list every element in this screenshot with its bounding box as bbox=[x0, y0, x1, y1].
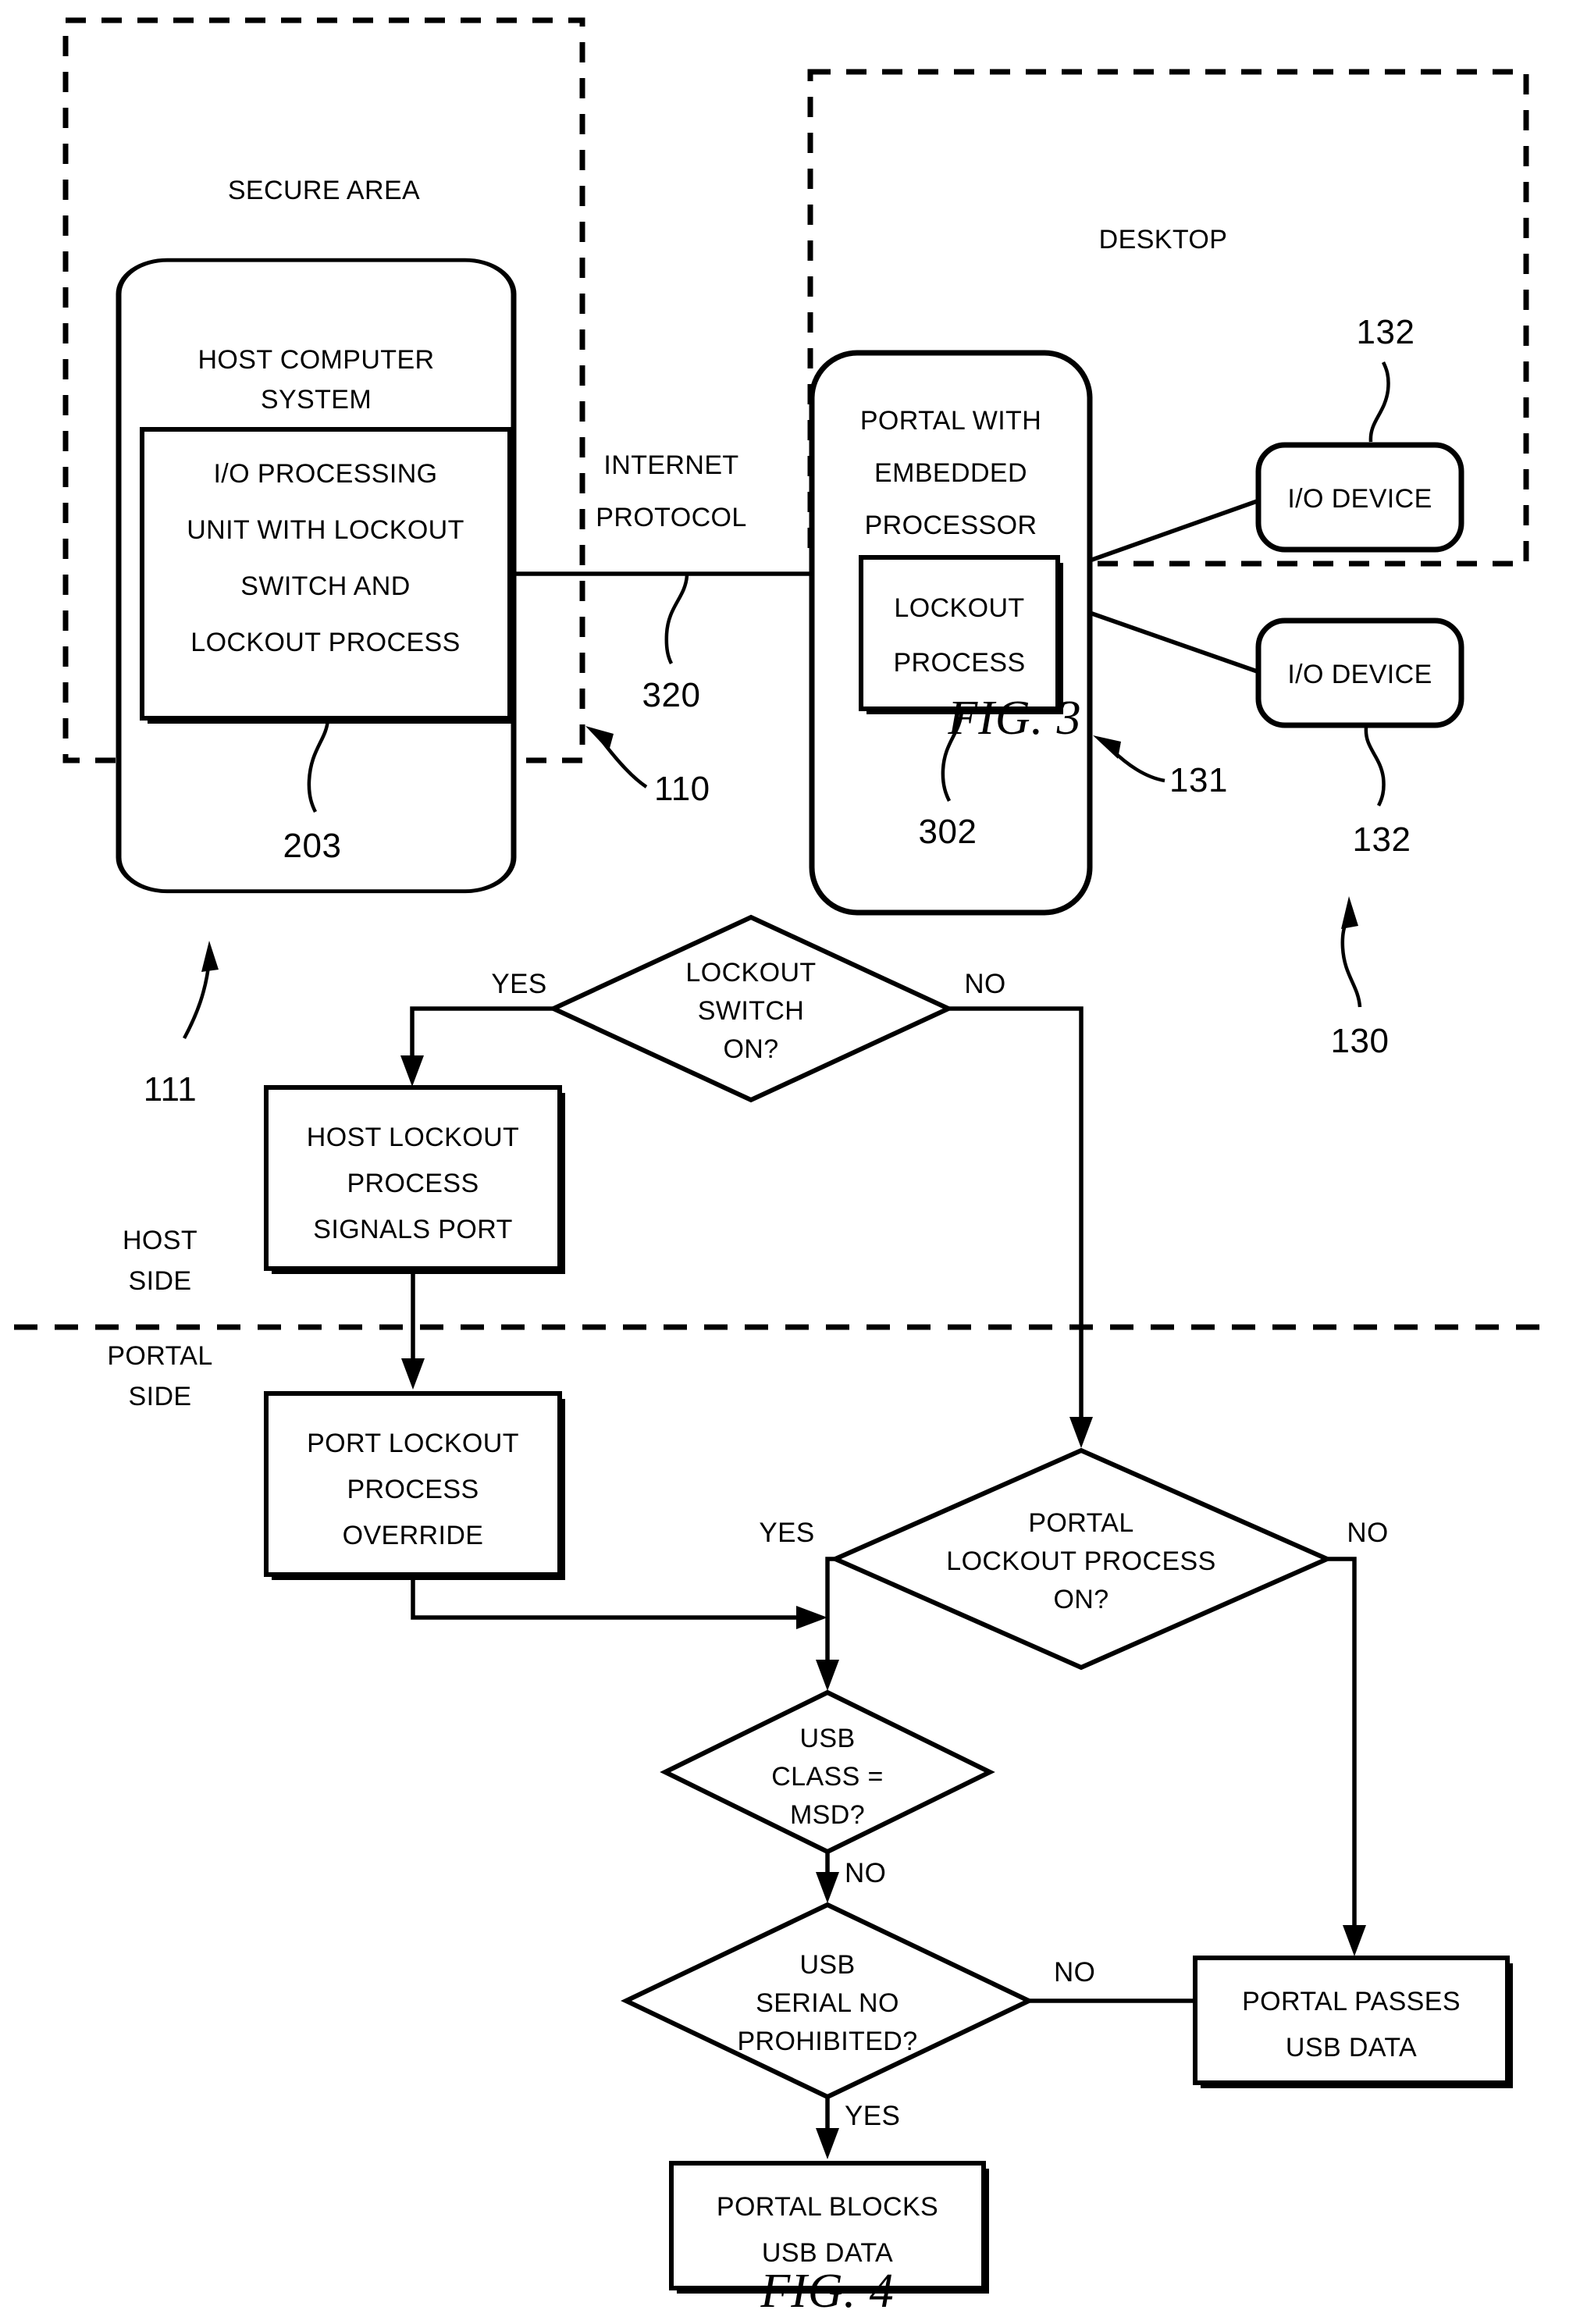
portal-line1: PORTAL WITH bbox=[860, 406, 1041, 436]
io-processing-unit-line4: LOCKOUT PROCESS bbox=[190, 628, 460, 657]
usb-serial-line1: USB bbox=[799, 1950, 855, 1980]
host-computer-system-line2: SYSTEM bbox=[261, 385, 372, 415]
usb-class-line3: MSD? bbox=[790, 1800, 865, 1830]
lockout-process-line2: PROCESS bbox=[893, 648, 1025, 678]
host-side-label-line1: HOST bbox=[123, 1226, 198, 1255]
edge-lockout-switch-yes-label: YES bbox=[491, 969, 546, 999]
io-processing-unit-line1: I/O PROCESSING bbox=[213, 459, 437, 489]
edge-host-to-port-lockout-arrow bbox=[401, 1358, 425, 1390]
edge-portal-lockout-yes-arrow bbox=[816, 1660, 839, 1691]
ref-111-arrowhead bbox=[201, 941, 219, 972]
portal-passes-line1: PORTAL PASSES bbox=[1242, 1987, 1461, 2016]
usb-serial-line2: SERIAL NO bbox=[756, 1988, 899, 2018]
port-lockout-process-line3: OVERRIDE bbox=[343, 1521, 484, 1550]
usb-serial-line3: PROHIBITED? bbox=[737, 2027, 917, 2056]
io-processing-unit-line2: UNIT WITH LOCKOUT bbox=[187, 515, 464, 545]
patent-drawing-sheet: SECURE AREA DESKTOP HOST COMPUTER SYSTEM… bbox=[0, 0, 1580, 2324]
edge-portal-lockout-yes-label: YES bbox=[759, 1518, 814, 1548]
edge-usb-class-no-arrow bbox=[816, 1872, 839, 1903]
portal-blocks-line2: USB DATA bbox=[762, 2238, 893, 2268]
io-processing-unit-line3: SWITCH AND bbox=[240, 571, 410, 601]
lockout-switch-line1: LOCKOUT bbox=[685, 958, 816, 988]
edge-lockout-switch-no-arrow bbox=[1069, 1417, 1093, 1448]
portal-lockout-line1: PORTAL bbox=[1028, 1508, 1133, 1538]
ref-131-arrowhead bbox=[1093, 735, 1121, 759]
figure-3-caption: FIG. 3 bbox=[947, 692, 1081, 745]
portal-lockout-line3: ON? bbox=[1053, 1585, 1108, 1614]
edge-portal-lockout-no-label: NO bbox=[1347, 1518, 1388, 1548]
edge-usb-class-no-label: NO bbox=[845, 1858, 886, 1888]
ref-131-label: 131 bbox=[1169, 761, 1228, 799]
secure-area-label: SECURE AREA bbox=[228, 176, 420, 205]
edge-port-lockout-to-merge-arrow bbox=[796, 1606, 827, 1629]
usb-class-line2: CLASS = bbox=[771, 1762, 884, 1792]
edge-usb-serial-yes-label: YES bbox=[845, 2101, 900, 2131]
ref-132-bottom-label: 132 bbox=[1353, 820, 1411, 859]
internet-protocol-line1: INTERNET bbox=[603, 450, 738, 480]
portal-blocks-line1: PORTAL BLOCKS bbox=[717, 2192, 938, 2222]
port-lockout-process-line2: PROCESS bbox=[347, 1475, 479, 1504]
lockout-switch-line2: SWITCH bbox=[698, 996, 805, 1026]
ref-131-leader bbox=[1110, 748, 1165, 783]
io-device-top-label: I/O DEVICE bbox=[1287, 484, 1432, 514]
edge-lockout-switch-yes-path bbox=[410, 1006, 553, 1068]
edge-lockout-switch-no-label: NO bbox=[964, 969, 1005, 999]
port-lockout-process-line1: PORT LOCKOUT bbox=[307, 1429, 519, 1458]
ref-203-label: 203 bbox=[283, 827, 342, 865]
internet-protocol-line2: PROTOCOL bbox=[596, 503, 746, 532]
host-lockout-process-line2: PROCESS bbox=[347, 1169, 479, 1198]
edge-portal-lockout-no-path bbox=[1327, 1557, 1357, 1936]
edge-portal-lockout-no-arrow bbox=[1343, 1925, 1366, 1956]
portal-lockout-line2: LOCKOUT PROCESS bbox=[946, 1546, 1215, 1576]
ref-110-label: 110 bbox=[654, 770, 710, 808]
edge-lockout-switch-yes-arrow bbox=[400, 1055, 424, 1087]
io-device-bottom-label: I/O DEVICE bbox=[1287, 660, 1432, 689]
portal-to-io-device-bottom-line bbox=[1089, 610, 1262, 675]
edge-usb-serial-no-label: NO bbox=[1054, 1957, 1095, 1988]
desktop-label: DESKTOP bbox=[1099, 225, 1228, 254]
host-side-label-line2: SIDE bbox=[129, 1266, 192, 1296]
edge-port-lockout-to-merge-path bbox=[411, 1575, 806, 1620]
portal-side-label-line2: SIDE bbox=[129, 1382, 192, 1411]
host-computer-system-line1: HOST COMPUTER bbox=[198, 345, 434, 375]
edge-portal-lockout-yes-path bbox=[825, 1557, 835, 1671]
edge-lockout-switch-no-path bbox=[948, 1006, 1084, 1427]
usb-class-line1: USB bbox=[799, 1724, 855, 1753]
lockout-switch-line3: ON? bbox=[723, 1034, 778, 1064]
portal-line3: PROCESSOR bbox=[865, 511, 1037, 540]
ref-132-top-leader bbox=[1368, 361, 1390, 443]
patent-figures-svg: SECURE AREA DESKTOP HOST COMPUTER SYSTEM… bbox=[14, 17, 1542, 2318]
portal-line2: EMBEDDED bbox=[874, 458, 1027, 488]
portal-passes-box bbox=[1193, 1956, 1510, 2085]
lockout-process-box bbox=[859, 555, 1060, 711]
ref-320-leader bbox=[664, 575, 689, 665]
edge-usb-serial-yes-arrow bbox=[816, 2128, 839, 2159]
ref-111-label: 111 bbox=[144, 1070, 197, 1109]
ref-132-bottom-leader bbox=[1364, 727, 1386, 807]
ref-130-label: 130 bbox=[1331, 1022, 1390, 1060]
ref-110-arrowhead bbox=[585, 726, 614, 751]
portal-to-io-device-top-line bbox=[1089, 497, 1262, 563]
figure-4-caption: FIG. 4 bbox=[760, 2265, 894, 2318]
portal-side-label-line1: PORTAL bbox=[107, 1341, 212, 1371]
portal-passes-line2: USB DATA bbox=[1286, 2033, 1417, 2062]
ref-302-label: 302 bbox=[919, 813, 977, 851]
host-lockout-process-line3: SIGNALS PORT bbox=[313, 1215, 512, 1244]
ref-320-label: 320 bbox=[642, 676, 701, 714]
ref-111-leader bbox=[183, 959, 212, 1040]
host-lockout-process-line1: HOST LOCKOUT bbox=[307, 1123, 519, 1152]
ref-130-leader bbox=[1340, 918, 1362, 1008]
ref-130-arrowhead bbox=[1341, 896, 1358, 929]
ref-132-top-label: 132 bbox=[1357, 313, 1415, 351]
lockout-process-line1: LOCKOUT bbox=[894, 593, 1024, 623]
figure-4: HOST SIDE PORTAL SIDE LOCKOUT SWITCH ON?… bbox=[14, 914, 1542, 2318]
